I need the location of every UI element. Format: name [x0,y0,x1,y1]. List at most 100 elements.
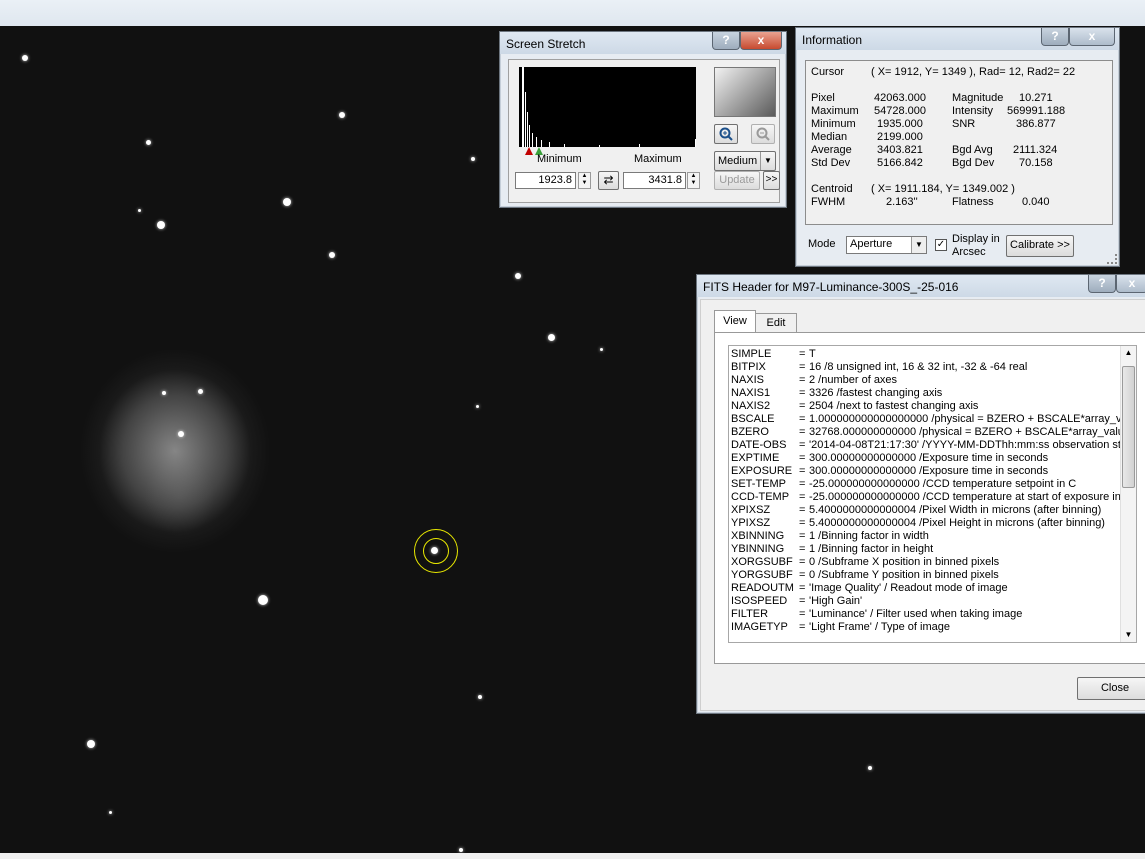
fits-equals: = [799,348,806,360]
tab-edit[interactable]: Edit [755,313,797,333]
snr-label: SNR [952,118,976,130]
close-button[interactable]: x [1116,275,1145,293]
fits-header-list[interactable]: SIMPLE = T BITPIX = 16 /8 unsigned int, 16 & … [728,345,1137,643]
fits-value: 5.4000000000000004 /Pixel Width in micro… [809,504,1102,516]
tab-view-label: View [723,315,747,327]
zoom-in-icon [719,127,733,141]
close-button[interactable]: x [740,32,782,50]
fits-header-row[interactable]: DATE-OBS = '2014-04-08T21:17:30' /YYYY-MM-… [731,439,1134,452]
fits-keyword: SIMPLE [731,348,772,360]
fits-header-row[interactable]: NAXIS2 = 2504 /next to fastest changing ax… [731,400,1121,413]
fits-value: 32768.000000000000 /physical = BZERO + B… [809,426,1131,438]
fits-header-row[interactable]: YORGSUBF = 0 /Subframe Y position in binne… [731,569,1121,582]
fits-header-row[interactable]: NAXIS = 2 /number of axes [731,374,1121,387]
fits-header-row[interactable]: BITPIX = 16 /8 unsigned int, 16 & 32 int, … [731,361,1121,374]
calibrate-button[interactable]: Calibrate >> [1006,235,1074,257]
swap-button[interactable]: ⇄ [598,171,619,190]
fits-header-row[interactable]: EXPOSURE = 300.00000000000000 /Exposure ti… [731,465,1121,478]
minimum-input[interactable]: 1923.8 [515,172,576,189]
fits-header-row[interactable]: XORGSUBF = 0 /Subframe X position in binne… [731,556,1121,569]
fits-header-row[interactable]: SET-TEMP = -25.000000000000000 /CCD temper… [731,478,1121,491]
maximum-input[interactable]: 3431.8 [623,172,686,189]
fits-value: '2014-04-08T21:17:30' /YYYY-MM-DDThh:mm:… [809,439,1134,451]
star [476,405,479,408]
swap-arrows-icon: ⇄ [603,173,614,187]
fits-keyword: BSCALE [731,413,775,425]
help-button[interactable]: ? [1088,275,1116,293]
fits-header-row[interactable]: READOUTM = 'Image Quality' / Readout mode … [731,582,1121,595]
histogram[interactable] [519,67,696,147]
check-icon: ✓ [936,239,946,250]
update-button[interactable]: Update [714,171,760,190]
fits-header-row[interactable]: YPIXSZ = 5.4000000000000004 /Pixel Height … [731,517,1121,530]
fits-keyword: YBINNING [731,543,785,555]
star [198,389,203,394]
zoom-in-button[interactable] [714,124,738,144]
fits-header-row[interactable]: NAXIS1 = 3326 /fastest changing axis [731,387,1121,400]
zoom-out-button[interactable] [751,124,775,144]
fits-keyword: CCD-TEMP [731,491,790,503]
mode-label: Mode [808,238,836,250]
help-button[interactable]: ? [1041,28,1069,46]
fits-keyword: NAXIS1 [731,387,771,399]
fits-header-row[interactable]: SIMPLE = T [731,348,1121,361]
fits-equals: = [799,530,806,542]
fits-header-window: FITS Header for M97-Luminance-300S_-25-0… [696,274,1145,714]
help-button[interactable]: ? [712,32,740,50]
fits-header-row[interactable]: YBINNING = 1 /Binning factor in height [731,543,1121,556]
scroll-down-icon[interactable]: ▼ [1121,628,1136,642]
more-button[interactable]: >> [763,171,780,190]
maximum-label: Maximum [634,153,682,165]
fits-header-row[interactable]: EXPTIME = 300.00000000000000 /Exposure tim… [731,452,1121,465]
minimum-spinner[interactable]: ▲ ▼ [578,172,591,189]
star [600,348,603,351]
fwhm-value: 2.163'' [886,196,918,208]
fits-titlebar[interactable]: FITS Header for M97-Luminance-300S_-25-0… [697,275,1145,297]
bgd-dev-label: Bgd Dev [952,157,995,169]
flatness-value: 0.040 [1022,196,1050,208]
scrollbar[interactable]: ▲ ▼ [1120,346,1136,642]
cursor-value: ( X= 1912, Y= 1349 ), Rad= 12, Rad2= 22 [871,66,1076,78]
star [548,334,555,341]
scroll-thumb[interactable] [1122,366,1135,488]
fits-equals: = [799,582,806,594]
fits-value: 1.000000000000000000 /physical = BZERO +… [809,413,1137,425]
stretch-preset-select[interactable]: Medium ▼ [714,151,776,171]
scroll-up-icon[interactable]: ▲ [1121,346,1136,360]
arcsec-label: Arcsec [952,246,986,258]
star [178,431,184,437]
fits-equals: = [799,400,806,412]
fits-value: 3326 /fastest changing axis [809,387,943,399]
fits-header-row[interactable]: XPIXSZ = 5.4000000000000004 /Pixel Width i… [731,504,1121,517]
resize-grip-icon[interactable] [1107,254,1117,264]
fits-header-row[interactable]: ISOSPEED = 'High Gain' [731,595,1121,608]
fits-header-row[interactable]: BZERO = 32768.000000000000 /physical = BZE… [731,426,1130,439]
window-title: FITS Header for M97-Luminance-300S_-25-0… [703,280,959,294]
close-button[interactable]: x [1069,28,1115,46]
pixel-value: 42063.000 [874,92,926,104]
fits-header-row[interactable]: BSCALE = 1.000000000000000000 /physical = … [731,413,1136,426]
fits-header-row[interactable]: IMAGETYP = 'Light Frame' / Type of image [731,621,1121,634]
display-arcsec-checkbox[interactable]: ✓ [935,239,947,251]
status-strip [0,853,1145,859]
fits-value: -25.000000000000000 /CCD temperature set… [809,478,1077,490]
fits-keyword: YPIXSZ [731,517,771,529]
fits-header-row[interactable]: XBINNING = 1 /Binning factor in width [731,530,1121,543]
fits-equals: = [799,621,806,633]
maximum-spinner[interactable]: ▲ ▼ [687,172,700,189]
fits-keyword: BITPIX [731,361,766,373]
fits-equals: = [799,556,806,568]
fits-header-row[interactable]: CCD-TEMP = -25.000000000000000 /CCD temper… [731,491,1132,504]
fits-header-row[interactable]: FILTER = 'Luminance' / Filter used when ta… [731,608,1121,621]
tab-view[interactable]: View [714,310,756,333]
fits-keyword: EXPTIME [731,452,780,464]
centroid-label: Centroid [811,183,853,195]
fits-value: 'High Gain' [809,595,863,607]
mode-select[interactable]: Aperture ▼ [846,236,927,254]
close-dialog-button[interactable]: Close [1077,677,1145,700]
fits-value: -25.000000000000000 /CCD temperature at … [809,491,1132,503]
fits-equals: = [799,465,806,477]
fits-keyword: EXPOSURE [731,465,793,477]
centroid-value: ( X= 1911.184, Y= 1349.002 ) [871,183,1015,195]
fits-value: 300.00000000000000 /Exposure time in sec… [809,465,1049,477]
